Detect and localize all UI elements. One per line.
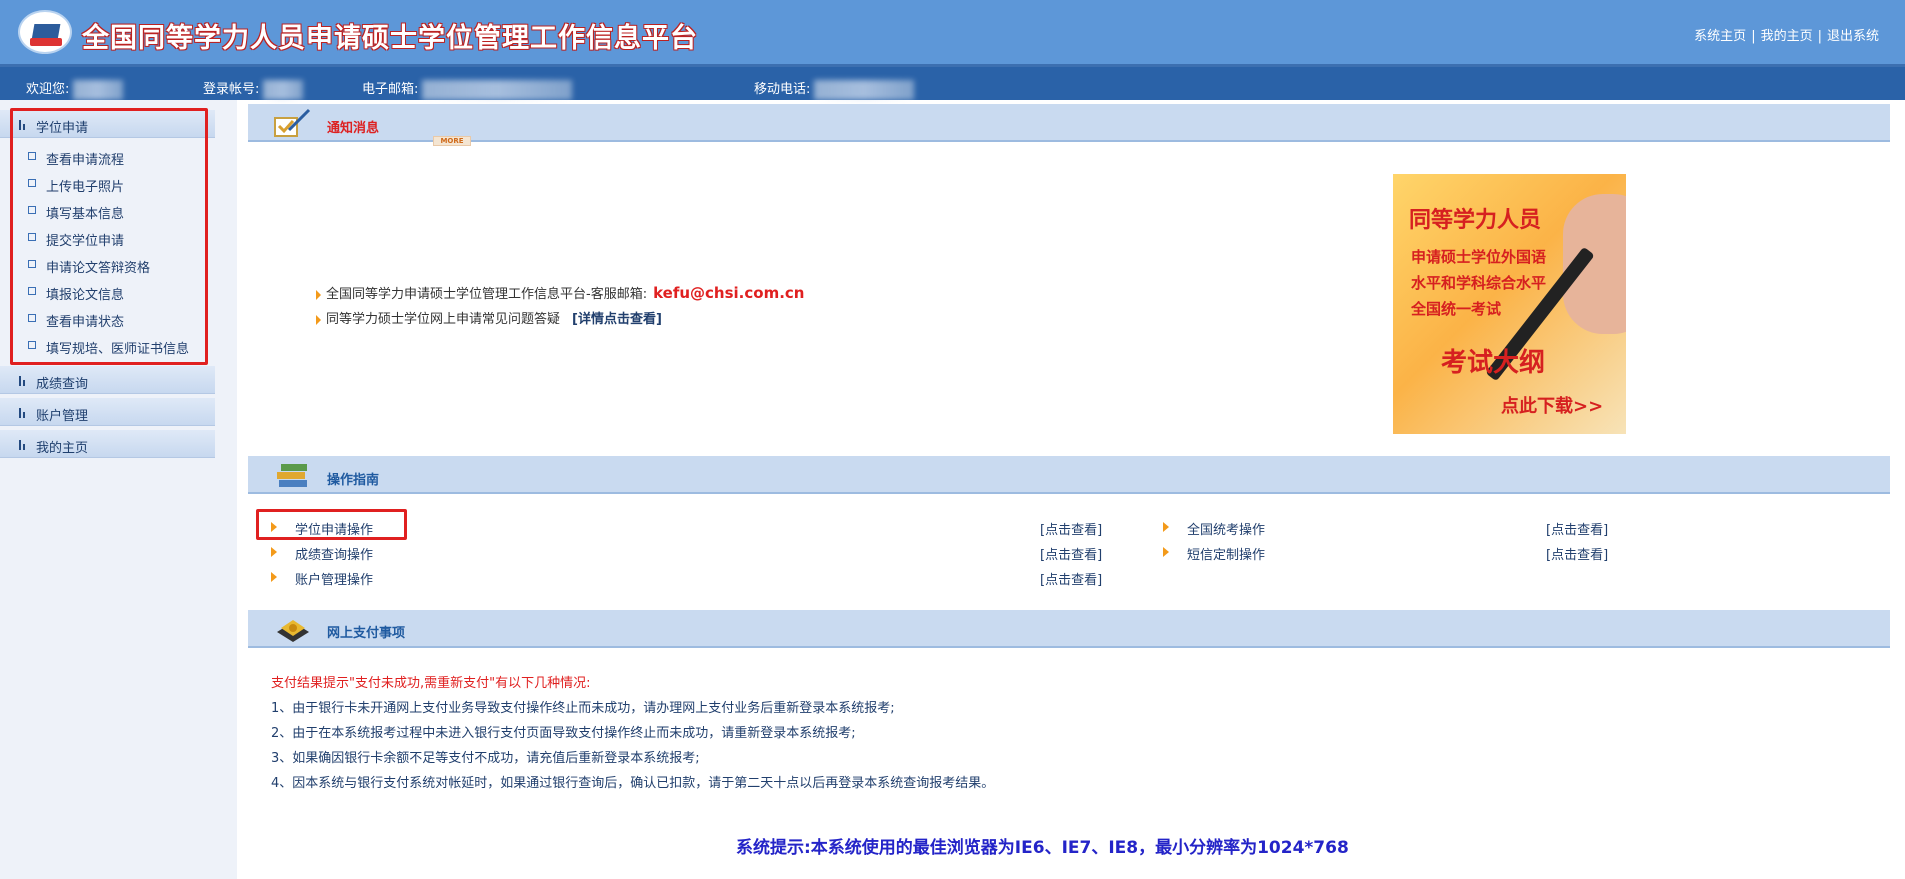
notice-section-bar [248, 104, 1890, 142]
books-icon [277, 464, 307, 487]
home-link[interactable]: 系统主页 [1694, 29, 1746, 44]
triangle-bullet-icon [316, 314, 321, 325]
book-icon [30, 38, 62, 46]
mobile-label: 移动电话: [754, 82, 811, 97]
notice-line-email: 全国同等学力申请硕士学位管理工作信息平台-客服邮箱: kefu@chsi.com.… [316, 283, 804, 302]
sidebar-section-label: 成绩查询 [36, 377, 89, 392]
exam-outline-banner[interactable]: 同等学力人员 申请硕士学位外国语 水平和学科综合水平 全国统一考试 考试大纲 点… [1393, 174, 1626, 434]
highlight-box-sidebar [10, 108, 208, 365]
site-title: 全国同等学力人员申请硕士学位管理工作信息平台 [82, 23, 698, 54]
notice-section-title: 通知消息 [327, 121, 380, 136]
faq-detail-link[interactable]: [详情点击查看] [572, 312, 662, 327]
triangle-bullet-icon [316, 289, 321, 300]
guide-section-bar [248, 456, 1890, 494]
sidebar-section-label: 账户管理 [36, 409, 89, 424]
top-links: 系统主页 | 我的主页 | 退出系统 [1694, 29, 1879, 44]
payment-item: 1、由于银行卡未开通网上支付业务导致支付操作终止而未成功，请办理网上支付业务后重… [271, 701, 895, 716]
banner-line-3: 全国统一考试 [1411, 300, 1502, 318]
sidebar-section-account[interactable]: 账户管理 [0, 398, 215, 426]
sidebar-section-label: 我的主页 [36, 441, 89, 456]
payment-item: 4、因本系统与银行支付系统对帐延时，如果通过银行查询后，确认已扣款，请于第二天十… [271, 776, 995, 791]
notice-pen-icon [274, 108, 311, 137]
payment-section-bar [248, 610, 1890, 648]
triangle-bullet-icon [271, 547, 277, 557]
user-info-bar: 欢迎您: 登录帐号: 电子邮箱: 移动电话: [0, 64, 1905, 100]
notice-line-faq: 同等学力硕士学位网上申请常见问题答疑 [详情点击查看] [316, 308, 662, 327]
triangle-bullet-icon [271, 572, 277, 582]
bars-icon [19, 376, 27, 386]
view-link-sms-subscription[interactable]: [点击查看] [1546, 544, 1608, 563]
view-link-account[interactable]: [点击查看] [1040, 569, 1102, 588]
welcome-label: 欢迎您: [26, 82, 70, 97]
payment-item: 3、如果确因银行卡余额不足等支付不成功，请充值后重新登录本系统报考; [271, 751, 700, 766]
payment-intro: 支付结果提示"支付未成功,需重新支付"有以下几种情况: [271, 676, 591, 691]
triangle-bullet-icon [1163, 547, 1169, 557]
guide-section-title: 操作指南 [327, 473, 380, 488]
system-tip: 系统提示:本系统使用的最佳浏览器为IE6、IE7、IE8，最小分辨率为1024*… [736, 838, 1349, 858]
bars-icon [19, 440, 27, 450]
banner-headline: 考试大纲 [1441, 348, 1546, 378]
site-logo [18, 10, 72, 54]
banner-line-2: 水平和学科综合水平 [1411, 274, 1547, 292]
view-link-degree-application[interactable]: [点击查看] [1040, 519, 1102, 538]
logout-link[interactable]: 退出系统 [1827, 29, 1879, 44]
view-link-score-query[interactable]: [点击查看] [1040, 544, 1102, 563]
payment-section-title: 网上支付事项 [327, 626, 406, 641]
payment-item: 2、由于在本系统报考过程中未进入银行支付页面导致支付操作终止而未成功，请重新登录… [271, 726, 856, 741]
banner-line-1: 申请硕士学位外国语 [1411, 248, 1547, 266]
more-link[interactable]: MORE [433, 136, 471, 146]
triangle-bullet-icon [271, 522, 277, 532]
my-home-link[interactable]: 我的主页 [1761, 29, 1813, 44]
view-link-national-exam[interactable]: [点击查看] [1546, 519, 1608, 538]
email-label: 电子邮箱: [362, 82, 419, 97]
account-label: 登录帐号: [203, 82, 260, 97]
triangle-bullet-icon [1163, 522, 1169, 532]
service-email[interactable]: kefu@chsi.com.cn [653, 284, 804, 302]
sidebar-section-my-home[interactable]: 我的主页 [0, 430, 215, 458]
redacted-name [73, 79, 124, 100]
banner-download-link[interactable]: 点此下载>> [1501, 392, 1603, 418]
top-header: 全国同等学力人员申请硕士学位管理工作信息平台 系统主页 | 我的主页 | 退出系统 [0, 0, 1905, 64]
payment-icon [277, 620, 309, 642]
banner-title: 同等学力人员 [1409, 208, 1542, 233]
redacted-mobile [814, 79, 915, 100]
redacted-account [263, 79, 304, 100]
bars-icon [19, 408, 27, 418]
sidebar-section-score-query[interactable]: 成绩查询 [0, 366, 215, 394]
redacted-email [422, 79, 573, 100]
